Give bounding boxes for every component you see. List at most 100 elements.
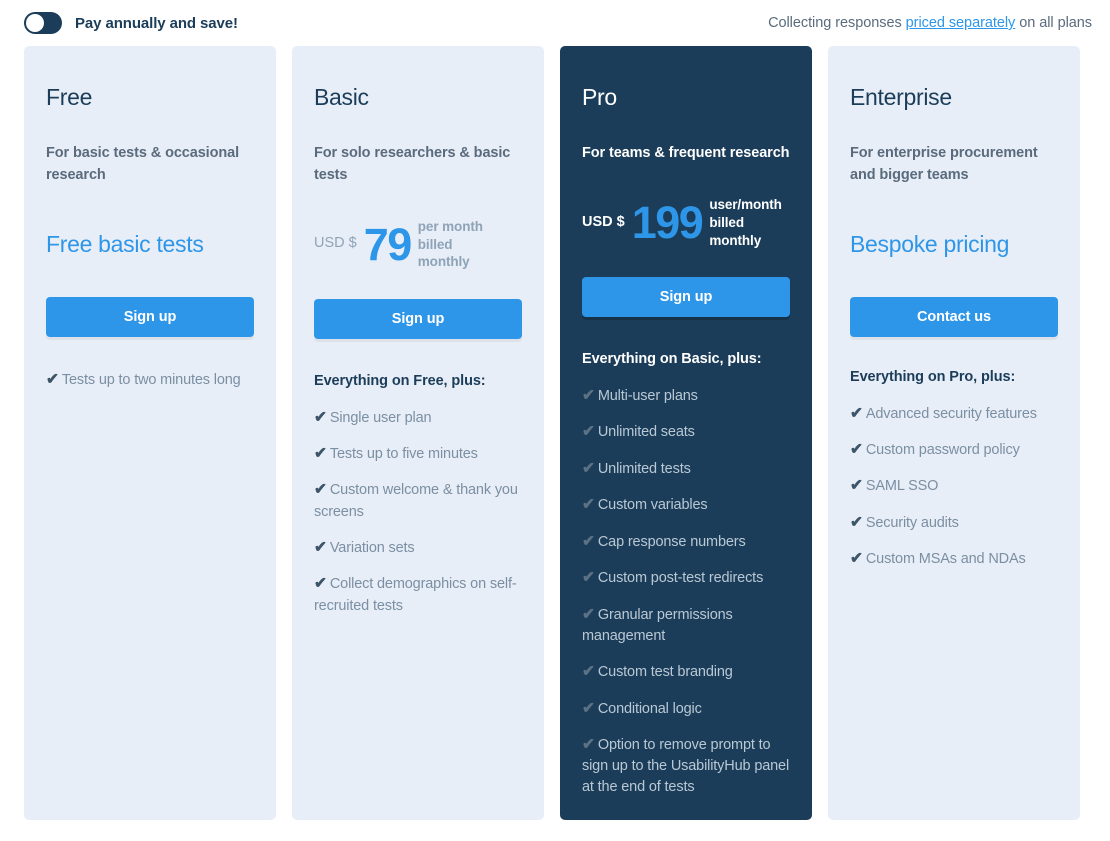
feature-item: ✔Tests up to two minutes long bbox=[46, 369, 254, 391]
signup-button-pro[interactable]: Sign up bbox=[582, 277, 790, 317]
features-basic: Everything on Free, plus: ✔Single user p… bbox=[314, 373, 522, 617]
contact-us-button[interactable]: Contact us bbox=[850, 297, 1058, 337]
note-prefix: Collecting responses bbox=[768, 15, 906, 31]
plan-tagline-pro: For teams & frequent research bbox=[582, 143, 790, 165]
plan-name-enterprise: Enterprise bbox=[850, 84, 1058, 111]
plan-name-free: Free bbox=[46, 84, 254, 111]
check-icon: ✔ bbox=[582, 736, 595, 753]
feature-label: Conditional logic bbox=[598, 701, 702, 717]
price-block-basic: USD $ 79 per month billed monthly bbox=[314, 209, 522, 281]
feature-label: Granular permissions management bbox=[582, 607, 733, 644]
feature-item: ✔Unlimited seats bbox=[582, 421, 790, 443]
plan-tagline-enterprise: For enterprise procurement and bigger te… bbox=[850, 143, 1058, 187]
price-amount-basic: 79 bbox=[364, 222, 411, 267]
check-icon: ✔ bbox=[582, 533, 595, 550]
pricing-card-free: Free For basic tests & occasional resear… bbox=[24, 46, 276, 820]
feature-label: Multi-user plans bbox=[598, 388, 698, 404]
check-icon: ✔ bbox=[582, 606, 595, 623]
check-icon: ✔ bbox=[46, 371, 59, 388]
pricing-card-enterprise: Enterprise For enterprise procurement an… bbox=[828, 46, 1080, 820]
feature-item: ✔Custom test branding bbox=[582, 661, 790, 683]
check-icon: ✔ bbox=[314, 445, 327, 462]
feature-item: ✔Advanced security features bbox=[850, 403, 1058, 425]
price-text-free: Free basic tests bbox=[46, 231, 204, 258]
feature-item: ✔Single user plan bbox=[314, 407, 522, 429]
period-line: per month bbox=[418, 218, 483, 236]
features-heading-basic: Everything on Free, plus: bbox=[314, 373, 522, 389]
feature-item: ✔Custom variables bbox=[582, 494, 790, 516]
feature-item: ✔Tests up to five minutes bbox=[314, 443, 522, 465]
period-line: monthly bbox=[709, 232, 782, 250]
plan-tagline-free: For basic tests & occasional research bbox=[46, 143, 254, 187]
feature-item: ✔Multi-user plans bbox=[582, 385, 790, 407]
feature-item: ✔Cap response numbers bbox=[582, 531, 790, 553]
feature-item: ✔Variation sets bbox=[314, 537, 522, 559]
pricing-card-pro: Pro For teams & frequent research USD $ … bbox=[560, 46, 812, 820]
check-icon: ✔ bbox=[850, 514, 863, 531]
check-icon: ✔ bbox=[582, 423, 595, 440]
check-icon: ✔ bbox=[582, 496, 595, 513]
feature-item: ✔Collect demographics on self-recruited … bbox=[314, 573, 522, 616]
feature-label: Custom password policy bbox=[866, 442, 1020, 458]
features-pro: Everything on Basic, plus: ✔Multi-user p… bbox=[582, 351, 790, 799]
pricing-card-basic: Basic For solo researchers & basic tests… bbox=[292, 46, 544, 820]
price-period-pro: user/month billed monthly bbox=[709, 196, 782, 250]
feature-item: ✔Unlimited tests bbox=[582, 458, 790, 480]
feature-label: Option to remove prompt to sign up to th… bbox=[582, 737, 789, 795]
feature-item: ✔Option to remove prompt to sign up to t… bbox=[582, 734, 790, 799]
feature-label: Collect demographics on self-recruited t… bbox=[314, 576, 517, 613]
check-icon: ✔ bbox=[582, 387, 595, 404]
plan-name-basic: Basic bbox=[314, 84, 522, 111]
check-icon: ✔ bbox=[314, 539, 327, 556]
feature-label: Tests up to five minutes bbox=[330, 446, 478, 462]
features-heading-pro: Everything on Basic, plus: bbox=[582, 351, 790, 367]
annual-billing-label: Pay annually and save! bbox=[75, 15, 238, 32]
feature-item: ✔Custom post-test redirects bbox=[582, 567, 790, 589]
price-row-basic: USD $ 79 per month billed monthly bbox=[314, 218, 483, 272]
feature-label: Custom welcome & thank you screens bbox=[314, 482, 518, 519]
check-icon: ✔ bbox=[850, 477, 863, 494]
priced-separately-link[interactable]: priced separately bbox=[906, 15, 1016, 31]
check-icon: ✔ bbox=[850, 405, 863, 422]
feature-label: Tests up to two minutes long bbox=[62, 372, 241, 388]
top-bar: Pay annually and save! Collecting respon… bbox=[0, 0, 1110, 46]
check-icon: ✔ bbox=[314, 481, 327, 498]
features-heading-enterprise: Everything on Pro, plus: bbox=[850, 369, 1058, 385]
annual-billing-toggle[interactable] bbox=[24, 12, 62, 34]
check-icon: ✔ bbox=[582, 569, 595, 586]
period-line: billed bbox=[418, 236, 483, 254]
cta-wrap-basic: Sign up bbox=[314, 299, 522, 339]
collecting-responses-note: Collecting responses priced separately o… bbox=[768, 15, 1092, 31]
price-block-pro: USD $ 199 user/month billed monthly bbox=[582, 187, 790, 259]
price-period-basic: per month billed monthly bbox=[418, 218, 483, 272]
cta-wrap-free: Sign up bbox=[46, 297, 254, 337]
price-block-enterprise: Bespoke pricing bbox=[850, 209, 1058, 281]
features-enterprise: Everything on Pro, plus: ✔Advanced secur… bbox=[850, 369, 1058, 571]
feature-item: ✔Granular permissions management bbox=[582, 604, 790, 647]
feature-item: ✔Custom welcome & thank you screens bbox=[314, 479, 522, 522]
feature-label: Custom MSAs and NDAs bbox=[866, 551, 1026, 567]
period-line: user/month bbox=[709, 196, 782, 214]
check-icon: ✔ bbox=[850, 550, 863, 567]
feature-label: Cap response numbers bbox=[598, 534, 746, 550]
feature-label: Custom test branding bbox=[598, 664, 733, 680]
feature-label: Unlimited seats bbox=[598, 424, 695, 440]
feature-label: Advanced security features bbox=[866, 406, 1037, 422]
cta-wrap-enterprise: Contact us bbox=[850, 297, 1058, 337]
price-amount-pro: 199 bbox=[632, 200, 703, 245]
feature-label: Single user plan bbox=[330, 410, 432, 426]
pricing-cards-row: Free For basic tests & occasional resear… bbox=[0, 46, 1110, 820]
feature-label: Variation sets bbox=[330, 540, 415, 556]
feature-item: ✔SAML SSO bbox=[850, 475, 1058, 497]
check-icon: ✔ bbox=[314, 409, 327, 426]
signup-button-basic[interactable]: Sign up bbox=[314, 299, 522, 339]
feature-label: Security audits bbox=[866, 515, 959, 531]
plan-tagline-basic: For solo researchers & basic tests bbox=[314, 143, 522, 187]
toggle-knob-icon bbox=[26, 14, 44, 32]
feature-label: Custom variables bbox=[598, 497, 708, 513]
note-suffix: on all plans bbox=[1015, 15, 1092, 31]
cta-wrap-pro: Sign up bbox=[582, 277, 790, 317]
check-icon: ✔ bbox=[314, 575, 327, 592]
signup-button-free[interactable]: Sign up bbox=[46, 297, 254, 337]
currency-label-basic: USD $ bbox=[314, 235, 357, 253]
